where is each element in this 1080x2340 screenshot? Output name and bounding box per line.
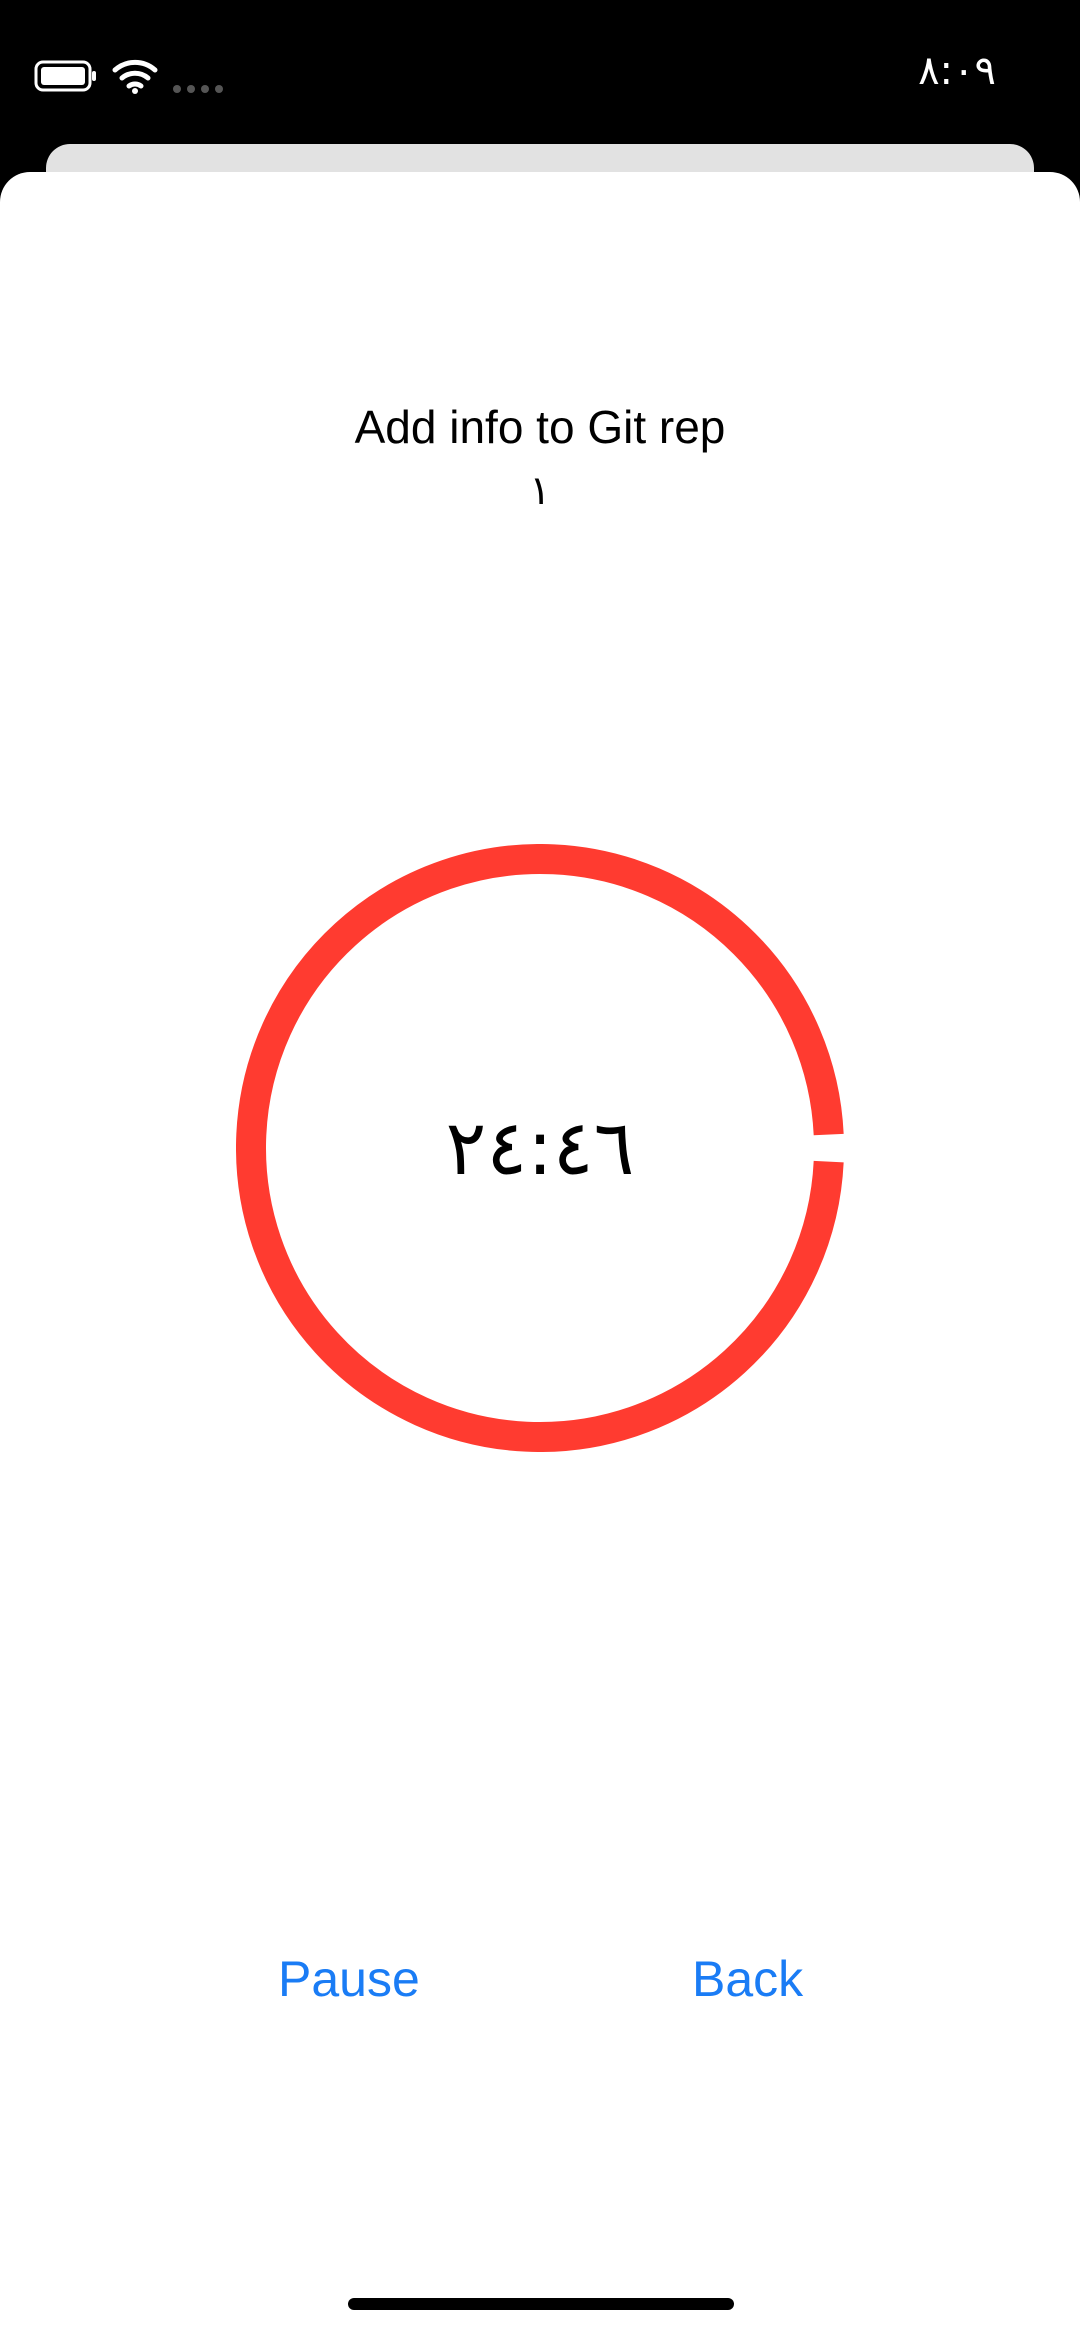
pause-button[interactable]: Pause: [278, 1950, 420, 2008]
home-indicator: [348, 2298, 734, 2310]
signal-dots-icon: [173, 85, 223, 93]
task-title: Add info to Git rep: [354, 401, 726, 453]
status-bar: ٨:٠٩: [0, 0, 1080, 140]
battery-icon: [34, 60, 96, 92]
back-button[interactable]: Back: [692, 1950, 803, 2008]
timer-display: ٢٤:٤٦: [445, 1103, 635, 1192]
status-time: ٨:٠٩: [918, 48, 996, 94]
wifi-icon: [112, 59, 158, 94]
task-count: ١: [529, 468, 551, 514]
screen: ٨:٠٩ Add info to Git rep ١ ٢٤:٤٦ Pause B…: [0, 0, 1080, 2340]
